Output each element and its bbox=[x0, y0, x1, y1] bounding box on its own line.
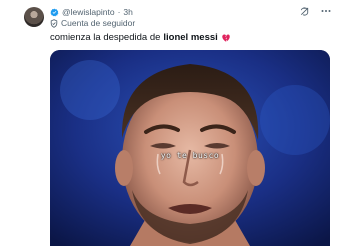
follower-label: Cuenta de seguidor bbox=[61, 18, 136, 28]
more-icon[interactable] bbox=[320, 5, 332, 17]
post: @lewislapinto · 3h Cuenta de seguidor co… bbox=[0, 0, 350, 246]
post-timestamp[interactable]: 3h bbox=[123, 7, 132, 17]
follower-account-line: Cuenta de seguidor bbox=[50, 18, 135, 28]
verified-badge-icon bbox=[50, 8, 59, 17]
post-media-image[interactable]: yo te busco bbox=[50, 50, 330, 246]
post-text-prefix: comienza la despedida de bbox=[50, 32, 161, 43]
avatar[interactable] bbox=[24, 7, 44, 27]
post-header: @lewislapinto · 3h bbox=[50, 6, 133, 18]
grok-icon[interactable] bbox=[298, 5, 310, 17]
author-handle[interactable]: @lewislapinto bbox=[62, 7, 115, 17]
separator-dot: · bbox=[117, 7, 121, 17]
media-caption: yo te busco bbox=[160, 151, 220, 160]
shield-icon bbox=[50, 18, 58, 28]
post-text: comienza la despedida de lionel messi bbox=[50, 32, 231, 43]
post-text-bold: lionel messi bbox=[163, 32, 218, 43]
top-actions bbox=[298, 5, 332, 17]
broken-heart-icon bbox=[221, 33, 231, 43]
